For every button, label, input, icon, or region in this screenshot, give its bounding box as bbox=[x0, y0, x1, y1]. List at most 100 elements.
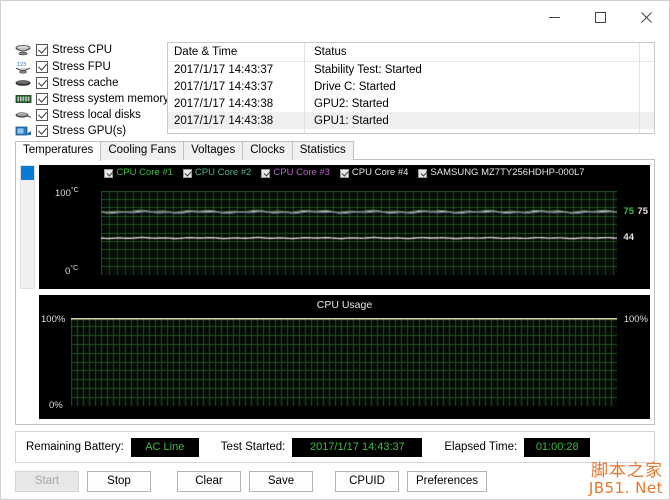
fpu-icon: 123 bbox=[15, 60, 32, 74]
stress-gpu-label: Stress GPU(s) bbox=[52, 125, 127, 138]
stress-cpu-checkbox[interactable] bbox=[36, 44, 48, 57]
memory-icon bbox=[15, 92, 32, 106]
close-icon bbox=[640, 11, 652, 23]
usage-axis-label-top-right: 100% bbox=[623, 314, 648, 325]
column-header-status[interactable]: Status bbox=[308, 43, 654, 61]
column-header-datetime[interactable]: Date & Time bbox=[168, 43, 308, 61]
temp-value-tag-75-green: 75 bbox=[623, 206, 634, 217]
close-button[interactable] bbox=[623, 1, 669, 33]
minimize-button[interactable] bbox=[531, 1, 577, 33]
legend-checkbox[interactable] bbox=[182, 168, 192, 178]
graph-scrollbar[interactable] bbox=[20, 165, 35, 289]
legend-item-samsung-ssd[interactable]: SAMSUNG MZ7TY256HDHP-000L7 bbox=[418, 167, 585, 178]
table-row[interactable]: 2017/1/17 14:43:38 GPU2: Started bbox=[168, 95, 654, 112]
cache-icon bbox=[15, 76, 32, 90]
usage-grid-canvas bbox=[71, 318, 617, 406]
status-log-panel[interactable]: Date & Time Status 2017/1/17 14:43:37 St… bbox=[167, 42, 655, 134]
title-bar bbox=[1, 1, 669, 34]
stress-memory-checkbox[interactable] bbox=[36, 92, 48, 105]
cell-status: GPU1: Started bbox=[308, 112, 654, 129]
legend-item-cpu-core-4[interactable]: CPU Core #4 bbox=[339, 167, 409, 178]
stress-fpu-checkbox[interactable] bbox=[36, 60, 48, 73]
graphs-container: CPU Core #1 CPU Core #2 CPU Core #3 CPU … bbox=[15, 160, 655, 425]
legend-label: SAMSUNG MZ7TY256HDHP-000L7 bbox=[430, 167, 585, 178]
table-row[interactable]: 2017/1/17 14:43:37 Stability Test: Start… bbox=[168, 61, 654, 78]
stress-fpu-label: Stress FPU bbox=[52, 60, 111, 73]
legend-label: CPU Core #2 bbox=[194, 167, 252, 178]
status-bar: Remaining Battery: AC Line Test Started:… bbox=[15, 431, 655, 463]
stress-option-cache[interactable]: Stress cache bbox=[15, 75, 157, 90]
maximize-icon bbox=[594, 11, 606, 23]
tab-temperatures[interactable]: Temperatures bbox=[15, 141, 102, 161]
remaining-battery-value: AC Line bbox=[130, 437, 199, 457]
column-separator bbox=[304, 43, 305, 133]
scrollbar-thumb[interactable] bbox=[21, 166, 34, 180]
stress-disks-label: Stress local disks bbox=[52, 109, 141, 122]
stress-options-list: Stress CPU 123 Stress FPU Stress cache S… bbox=[15, 42, 169, 140]
tab-bar: Temperatures Cooling Fans Voltages Clock… bbox=[1, 140, 669, 161]
cpu-icon bbox=[15, 43, 32, 57]
legend-label: CPU Core #1 bbox=[116, 167, 173, 178]
save-button[interactable]: Save bbox=[249, 470, 313, 492]
stress-option-disks[interactable]: Stress local disks bbox=[15, 108, 157, 123]
stress-gpu-checkbox[interactable] bbox=[36, 125, 48, 138]
legend-item-cpu-core-1[interactable]: CPU Core #1 bbox=[104, 168, 173, 178]
cell-datetime: 2017/1/17 14:43:38 bbox=[174, 97, 274, 110]
cell-datetime: 2017/1/17 14:43:38 bbox=[168, 112, 308, 129]
cpu-usage-chart: CPU Usage 100% 0% 100% bbox=[39, 295, 650, 419]
temp-axis-label-top: 100°C bbox=[55, 187, 79, 200]
elapsed-time-value: 01:00:28 bbox=[524, 437, 591, 457]
cell-status: GPU2: Started bbox=[314, 97, 389, 110]
clear-button[interactable]: Clear bbox=[177, 470, 241, 492]
minimize-icon bbox=[548, 16, 560, 18]
temp-grid-canvas bbox=[101, 191, 617, 275]
elapsed-time-label: Elapsed Time: bbox=[444, 441, 518, 453]
watermark: 脚本之家 JB51. Net bbox=[589, 463, 663, 497]
svg-text:123: 123 bbox=[17, 62, 26, 68]
stress-option-fpu[interactable]: 123 Stress FPU bbox=[15, 59, 157, 74]
stress-cache-label: Stress cache bbox=[52, 76, 119, 89]
table-row[interactable]: 2017/1/17 14:43:37 Drive C: Started bbox=[168, 78, 654, 95]
temperatures-chart: CPU Core #1 CPU Core #2 CPU Core #3 CPU … bbox=[39, 165, 650, 289]
stress-cpu-label: Stress CPU bbox=[52, 44, 113, 57]
temp-value-tag-75-white: 75 bbox=[637, 206, 648, 217]
stress-option-gpu[interactable]: Stress GPU(s) bbox=[15, 124, 157, 139]
legend-checkbox[interactable] bbox=[261, 168, 271, 178]
legend-checkbox[interactable] bbox=[339, 168, 349, 178]
preferences-button[interactable]: Preferences bbox=[407, 470, 488, 492]
maximize-button[interactable] bbox=[577, 1, 623, 33]
cpu-usage-title: CPU Usage bbox=[316, 299, 373, 311]
usage-axis-label-bottom-left: 0% bbox=[49, 400, 63, 411]
top-panel: Stress CPU 123 Stress FPU Stress cache S… bbox=[1, 34, 669, 140]
table-header-row: Date & Time Status bbox=[168, 43, 654, 61]
tab-clocks[interactable]: Clocks bbox=[242, 141, 293, 160]
watermark-line1: 脚本之家 bbox=[591, 461, 663, 482]
tab-cooling-fans[interactable]: Cooling Fans bbox=[100, 141, 185, 160]
legend-checkbox[interactable] bbox=[418, 168, 428, 178]
stop-button[interactable]: Stop bbox=[87, 470, 151, 492]
cell-datetime: 2017/1/17 14:43:37 bbox=[174, 63, 274, 76]
remaining-battery-label: Remaining Battery: bbox=[26, 441, 124, 453]
button-bar: Start Stop Clear Save CPUID Preferences … bbox=[1, 463, 669, 499]
table-row[interactable]: 2017/1/17 14:43:38 GPU1: Started bbox=[168, 112, 654, 129]
legend-item-cpu-core-2[interactable]: CPU Core #2 bbox=[182, 167, 252, 178]
legend-item-cpu-core-3[interactable]: CPU Core #3 bbox=[261, 168, 330, 178]
stress-option-memory[interactable]: Stress system memory bbox=[15, 92, 169, 107]
stress-disks-checkbox[interactable] bbox=[36, 109, 48, 122]
cpuid-button[interactable]: CPUID bbox=[335, 470, 399, 492]
stress-option-cpu[interactable]: Stress CPU bbox=[15, 43, 157, 58]
temperatures-legend: CPU Core #1 CPU Core #2 CPU Core #3 CPU … bbox=[39, 168, 650, 178]
charts-column: CPU Core #1 CPU Core #2 CPU Core #3 CPU … bbox=[39, 165, 650, 420]
stress-memory-label: Stress system memory bbox=[52, 92, 169, 105]
cell-status: Drive C: Started bbox=[314, 80, 396, 93]
watermark-line2: JB51. Net bbox=[588, 479, 663, 498]
gpu-icon bbox=[15, 124, 32, 138]
tab-voltages[interactable]: Voltages bbox=[183, 141, 244, 160]
tab-statistics[interactable]: Statistics bbox=[291, 141, 354, 160]
stress-cache-checkbox[interactable] bbox=[36, 76, 48, 89]
legend-label: CPU Core #4 bbox=[351, 167, 409, 178]
start-button[interactable]: Start bbox=[15, 470, 79, 492]
usage-axis-label-top-left: 100% bbox=[41, 314, 66, 325]
aida64-stability-test-window: Stress CPU 123 Stress FPU Stress cache S… bbox=[0, 0, 670, 500]
legend-checkbox[interactable] bbox=[104, 168, 114, 178]
